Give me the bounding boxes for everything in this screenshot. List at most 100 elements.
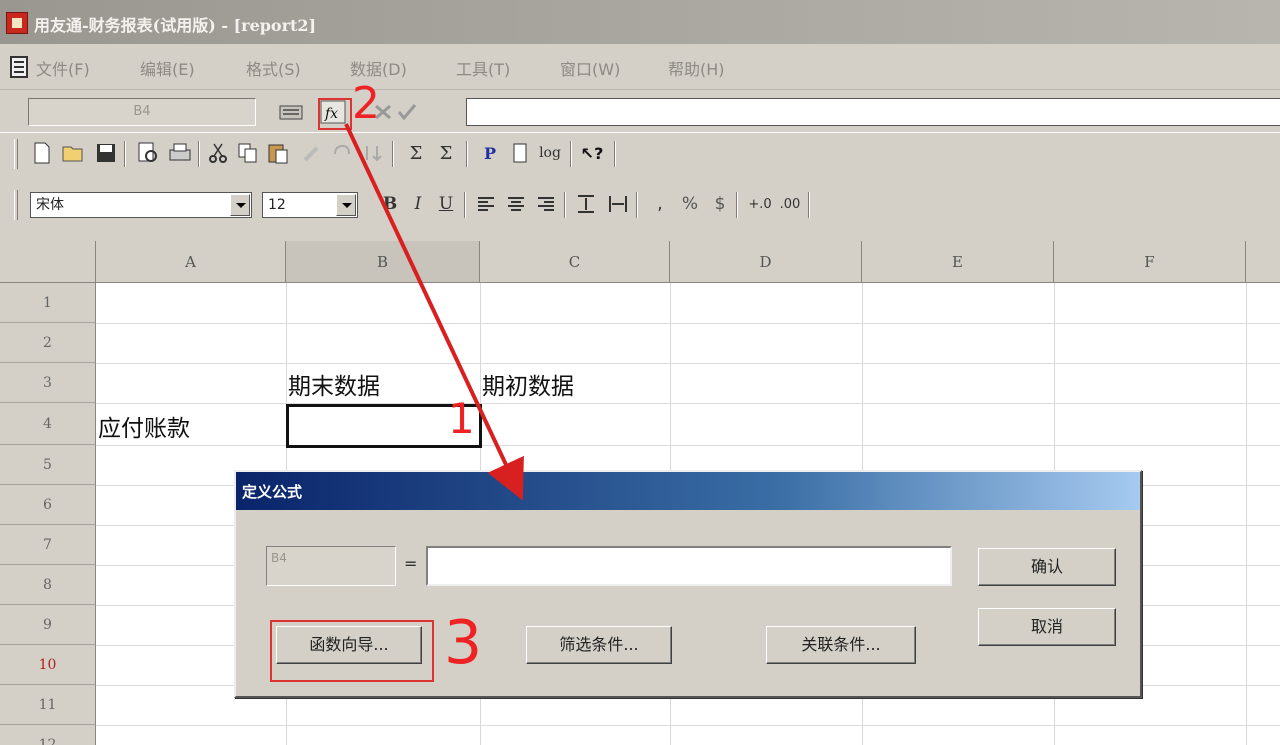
cell-reference-box[interactable]: B4 bbox=[28, 98, 256, 126]
toolbar-separator bbox=[198, 141, 200, 167]
paste-icon[interactable] bbox=[266, 141, 290, 165]
menu-format[interactable]: 格式(S) bbox=[246, 56, 301, 80]
row-header-9[interactable]: 9 bbox=[0, 605, 96, 645]
row-header-6[interactable]: 6 bbox=[0, 485, 96, 525]
chevron-down-icon[interactable] bbox=[336, 194, 356, 216]
font-name-value: 宋体 bbox=[36, 197, 64, 213]
menu-data[interactable]: 数据(D) bbox=[350, 56, 407, 80]
window-title: 用友通-财务报表(试用版) - [report2] bbox=[34, 16, 317, 35]
document-icon[interactable] bbox=[10, 56, 28, 78]
formula-input[interactable] bbox=[466, 98, 1280, 126]
percent-icon[interactable]: % bbox=[678, 192, 702, 216]
grid-line bbox=[96, 725, 1280, 726]
decrease-decimal-icon[interactable]: .00 bbox=[778, 192, 802, 216]
grid-line bbox=[1246, 283, 1247, 745]
toolbar-separator bbox=[466, 141, 468, 167]
copy-icon[interactable] bbox=[236, 141, 260, 165]
row-header-12[interactable]: 12 bbox=[0, 725, 96, 745]
font-name-select[interactable]: 宋体 bbox=[30, 192, 252, 218]
menu-edit[interactable]: 编辑(E) bbox=[140, 56, 195, 80]
relation-condition-button[interactable]: 关联条件... bbox=[766, 626, 916, 664]
formula-expression-input[interactable] bbox=[426, 546, 952, 586]
log-icon[interactable]: log bbox=[538, 141, 562, 165]
increase-decimal-icon[interactable]: +.0 bbox=[748, 192, 772, 216]
grid-line bbox=[96, 445, 1280, 446]
undo-icon[interactable] bbox=[330, 141, 354, 165]
p-icon[interactable]: P bbox=[478, 141, 502, 165]
menu-bar: 文件(F) 编辑(E) 格式(S) 数据(D) 工具(T) 窗口(W) 帮助(H… bbox=[0, 44, 1280, 90]
page-icon[interactable] bbox=[508, 141, 532, 165]
italic-icon[interactable]: I bbox=[406, 192, 430, 216]
column-header-c[interactable]: C bbox=[480, 241, 670, 283]
align-left-icon[interactable] bbox=[474, 192, 498, 216]
row-header-10[interactable]: 10 bbox=[0, 645, 96, 685]
app-icon bbox=[6, 12, 28, 34]
sort-icon[interactable] bbox=[360, 141, 384, 165]
open-folder-icon[interactable] bbox=[62, 141, 86, 165]
row-header-3[interactable]: 3 bbox=[0, 363, 96, 403]
menu-file[interactable]: 文件(F) bbox=[36, 56, 90, 80]
bold-icon[interactable]: B bbox=[378, 192, 402, 216]
formula-bar: B4 fx bbox=[0, 90, 1280, 132]
dialog-title: 定义公式 bbox=[242, 483, 303, 501]
menu-help[interactable]: 帮助(H) bbox=[668, 56, 725, 80]
font-size-select[interactable]: 12 bbox=[262, 192, 358, 218]
print-icon[interactable] bbox=[168, 141, 192, 165]
grid-line bbox=[96, 323, 1280, 324]
row-header-11[interactable]: 11 bbox=[0, 685, 96, 725]
row-header-5[interactable]: 5 bbox=[0, 445, 96, 485]
keyboard-icon[interactable] bbox=[278, 100, 304, 124]
select-all-corner[interactable] bbox=[0, 241, 96, 283]
menu-tools[interactable]: 工具(T) bbox=[456, 56, 510, 80]
cancel-button[interactable]: 取消 bbox=[978, 608, 1116, 646]
cell-b3[interactable]: 期末数据 bbox=[288, 367, 380, 401]
menu-window[interactable]: 窗口(W) bbox=[560, 56, 620, 80]
cut-icon[interactable] bbox=[206, 141, 230, 165]
format-painter-icon[interactable] bbox=[300, 141, 324, 165]
toolbar-separator bbox=[808, 192, 810, 218]
toolbar-separator bbox=[736, 192, 738, 218]
column-header-b[interactable]: B bbox=[286, 241, 480, 283]
underline-icon[interactable]: U bbox=[434, 192, 458, 216]
equals-sign: = bbox=[404, 554, 418, 573]
cell-a4[interactable]: 应付账款 bbox=[98, 409, 190, 443]
column-header-a[interactable]: A bbox=[96, 241, 286, 283]
horizontal-align-icon[interactable] bbox=[606, 192, 630, 216]
sum-column-icon[interactable]: Σ bbox=[434, 141, 458, 165]
sum-icon[interactable]: Σ bbox=[404, 141, 428, 165]
help-pointer-icon[interactable]: ↖? bbox=[580, 141, 604, 165]
align-right-icon[interactable] bbox=[534, 192, 558, 216]
font-size-value: 12 bbox=[268, 197, 286, 213]
currency-icon[interactable]: $ bbox=[708, 192, 732, 216]
toolbar-separator bbox=[570, 141, 572, 167]
new-file-icon[interactable] bbox=[30, 141, 54, 165]
grid-line bbox=[96, 403, 1280, 404]
toolbar-separator bbox=[392, 141, 394, 167]
dialog-title-bar[interactable]: 定义公式 bbox=[236, 472, 1140, 510]
column-header-g[interactable] bbox=[1246, 241, 1280, 283]
chevron-down-icon[interactable] bbox=[230, 194, 250, 216]
toolbar-grip[interactable] bbox=[14, 190, 18, 220]
confirm-check-icon[interactable] bbox=[394, 100, 420, 124]
comma-style-icon[interactable]: , bbox=[648, 192, 672, 216]
row-header-1[interactable]: 1 bbox=[0, 283, 96, 323]
annotation-step-2: 2 bbox=[352, 78, 380, 129]
column-header-e[interactable]: E bbox=[862, 241, 1054, 283]
vertical-align-icon[interactable] bbox=[574, 192, 598, 216]
row-header-8[interactable]: 8 bbox=[0, 565, 96, 605]
confirm-button[interactable]: 确认 bbox=[978, 548, 1116, 586]
align-center-icon[interactable] bbox=[504, 192, 528, 216]
save-icon[interactable] bbox=[94, 141, 118, 165]
row-header-7[interactable]: 7 bbox=[0, 525, 96, 565]
toolbar-grip[interactable] bbox=[14, 139, 18, 169]
annotation-box-function-wizard bbox=[270, 620, 434, 682]
row-header-2[interactable]: 2 bbox=[0, 323, 96, 363]
print-preview-icon[interactable] bbox=[136, 141, 160, 165]
toolbar-separator bbox=[636, 192, 638, 218]
row-header-4[interactable]: 4 bbox=[0, 403, 96, 445]
cell-c3[interactable]: 期初数据 bbox=[482, 367, 574, 401]
column-header-d[interactable]: D bbox=[670, 241, 862, 283]
column-header-f[interactable]: F bbox=[1054, 241, 1246, 283]
format-toolbar: 宋体 12 B I U , % $ +.0 .00 bbox=[0, 184, 1280, 236]
filter-condition-button[interactable]: 筛选条件... bbox=[526, 626, 672, 664]
